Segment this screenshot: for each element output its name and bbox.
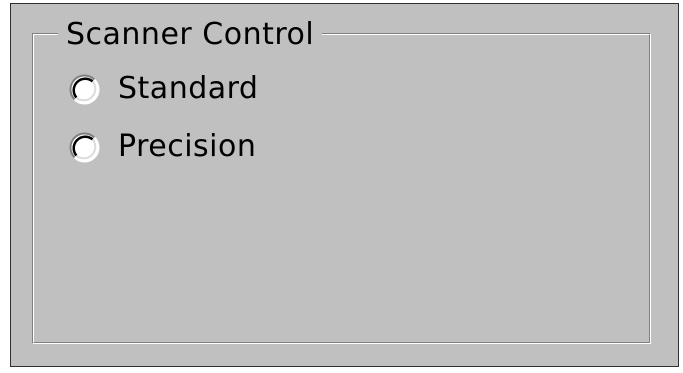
radio-unchecked-icon[interactable]	[69, 74, 100, 105]
radio-option-precision[interactable]: Precision	[69, 130, 256, 164]
radio-option-standard[interactable]: Standard	[69, 72, 258, 106]
group-title: Scanner Control	[58, 18, 323, 52]
radio-label-precision: Precision	[118, 129, 257, 164]
radio-unchecked-icon[interactable]	[69, 132, 100, 163]
radio-label-standard: Standard	[118, 71, 259, 106]
